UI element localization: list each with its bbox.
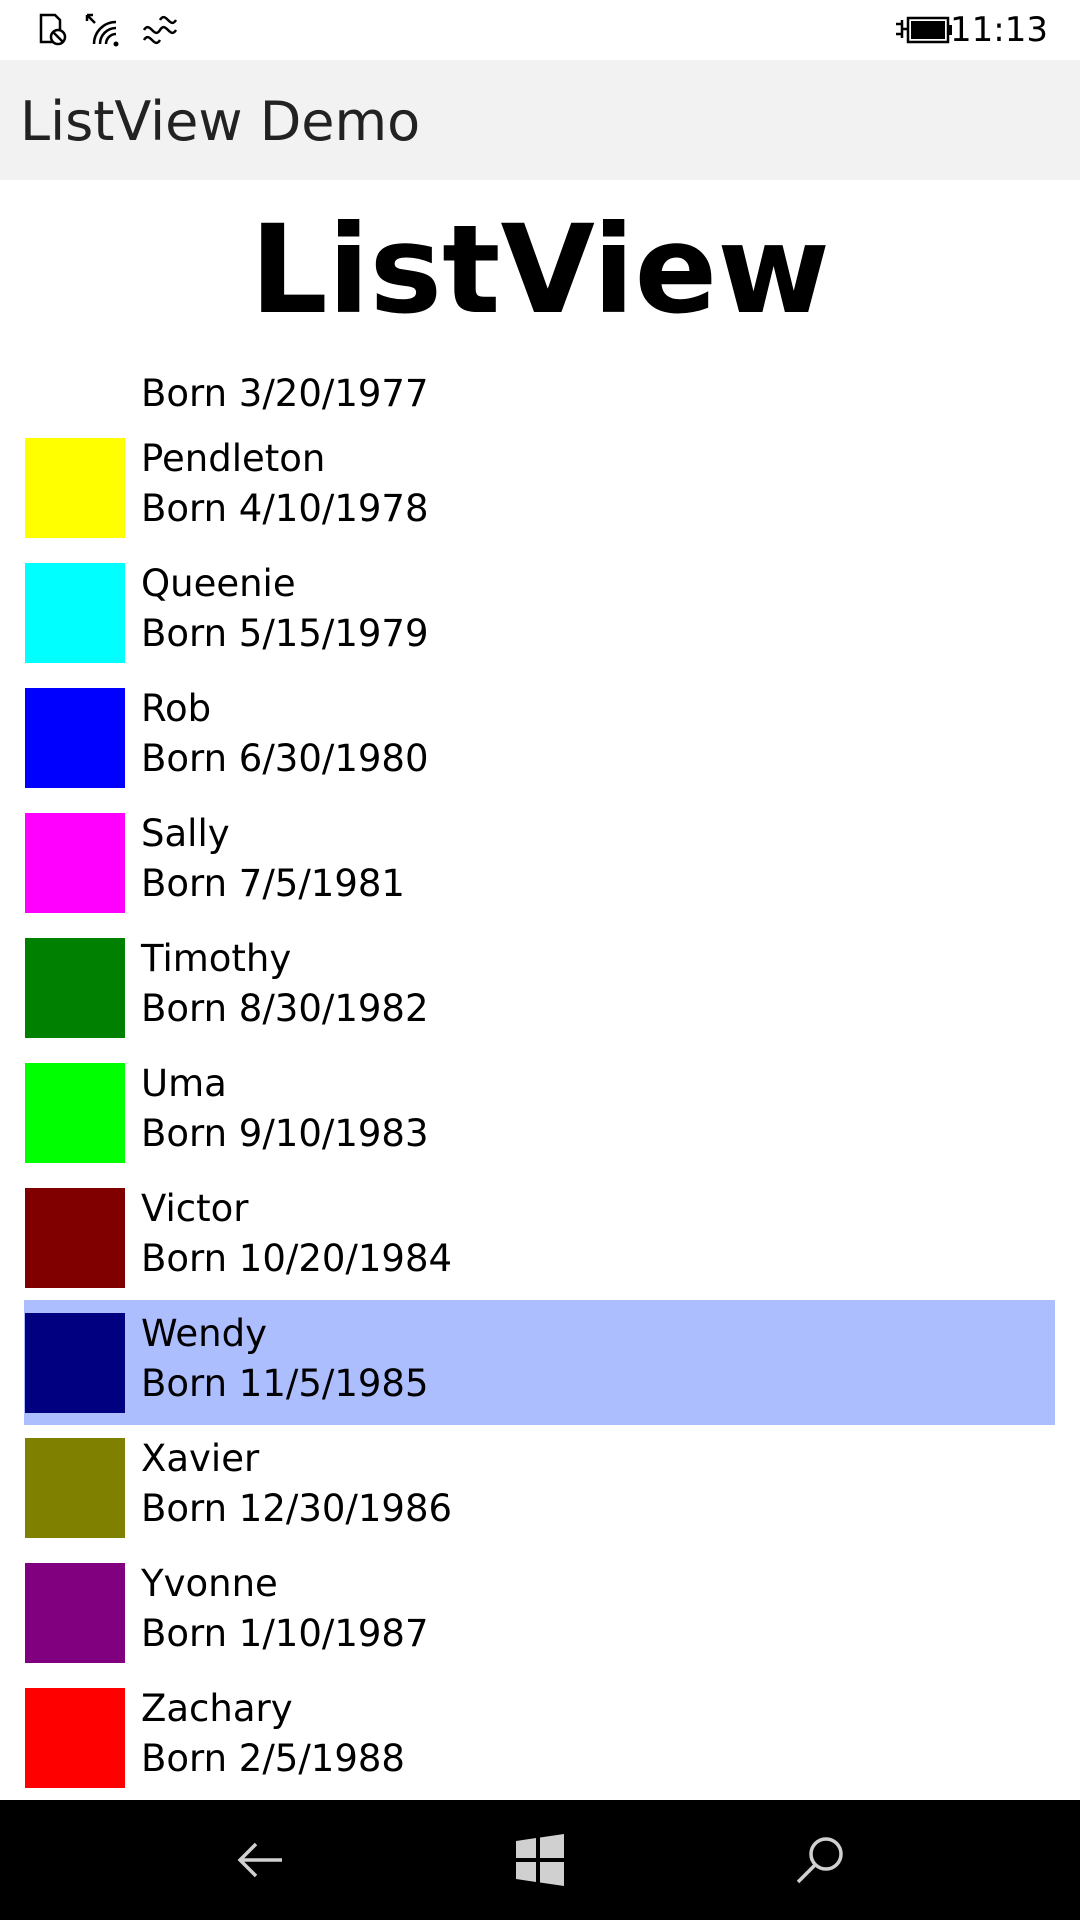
color-swatch (25, 1688, 125, 1788)
list-item[interactable]: Xavier Born 12/30/1986 (24, 1425, 1055, 1550)
item-born-date: Born 12/30/1986 (141, 1487, 453, 1530)
list-item-selected[interactable]: Wendy Born 11/5/1985 (24, 1300, 1055, 1425)
color-swatch (25, 1063, 125, 1163)
item-born-date: Born 5/15/1979 (141, 612, 429, 655)
status-bar: 11:13 (0, 0, 1080, 60)
cellular-icon (142, 15, 178, 45)
color-swatch (25, 938, 125, 1038)
item-born-date: Born 11/5/1985 (141, 1362, 429, 1405)
list-item[interactable]: Queenie Born 5/15/1979 (24, 550, 1055, 675)
color-swatch (25, 688, 125, 788)
item-born-date: Born 1/10/1987 (141, 1612, 429, 1655)
item-name: Rob (141, 687, 212, 730)
color-swatch (25, 563, 125, 663)
item-name: Timothy (141, 937, 292, 980)
color-swatch (25, 438, 125, 538)
color-swatch (25, 1188, 125, 1288)
phone-screen: ListView Born 3/20/1977 Pendleton Born 4… (0, 0, 1080, 1920)
item-name: Wendy (141, 1312, 268, 1355)
color-swatch (25, 813, 125, 913)
item-born-date: Born 2/5/1988 (141, 1737, 405, 1780)
item-name: Yvonne (141, 1562, 278, 1605)
item-name: Uma (141, 1062, 227, 1105)
list-item[interactable]: Zachary Born 2/5/1988 (24, 1675, 1055, 1800)
title-bar: ListView Demo (0, 60, 1080, 180)
page-header: ListView (249, 199, 831, 341)
item-born-date: Born 9/10/1983 (141, 1112, 429, 1155)
navigation-bar (0, 1800, 1080, 1920)
color-swatch (25, 1313, 125, 1413)
item-born-date: Born 4/10/1978 (141, 487, 429, 530)
list-item[interactable]: Uma Born 9/10/1983 (24, 1050, 1055, 1175)
color-swatch (25, 1438, 125, 1538)
clock: 11:13 (950, 10, 1048, 50)
item-born-date: Born 7/5/1981 (141, 862, 405, 905)
back-icon[interactable] (230, 1830, 290, 1890)
item-name: Victor (141, 1187, 249, 1230)
item-name: Queenie (141, 562, 296, 605)
wifi-icon (85, 13, 119, 47)
item-born-date: Born 3/20/1977 (141, 372, 429, 415)
item-name: Xavier (141, 1437, 260, 1480)
item-name: Zachary (141, 1687, 293, 1730)
list-item[interactable]: Sally Born 7/5/1981 (24, 800, 1055, 925)
item-born-date: Born 8/30/1982 (141, 987, 429, 1030)
list-item[interactable]: Pendleton Born 4/10/1978 (24, 425, 1055, 550)
list-item[interactable]: Yvonne Born 1/10/1987 (24, 1550, 1055, 1675)
item-born-date: Born 6/30/1980 (141, 737, 429, 780)
list-item[interactable]: Timothy Born 8/30/1982 (24, 925, 1055, 1050)
app-title: ListView Demo (20, 90, 421, 153)
item-name: Sally (141, 812, 230, 855)
item-name: Pendleton (141, 437, 326, 480)
notification-icon (39, 13, 67, 46)
list-item[interactable]: Rob Born 6/30/1980 (24, 675, 1055, 800)
person-list[interactable]: ListView Born 3/20/1977 Pendleton Born 4… (0, 0, 1080, 1800)
battery-charging-icon (896, 16, 952, 44)
list-item[interactable]: Victor Born 10/20/1984 (24, 1175, 1055, 1300)
search-icon[interactable] (790, 1830, 850, 1890)
windows-start-icon[interactable] (510, 1830, 570, 1890)
item-born-date: Born 10/20/1984 (141, 1237, 453, 1280)
color-swatch (25, 1563, 125, 1663)
